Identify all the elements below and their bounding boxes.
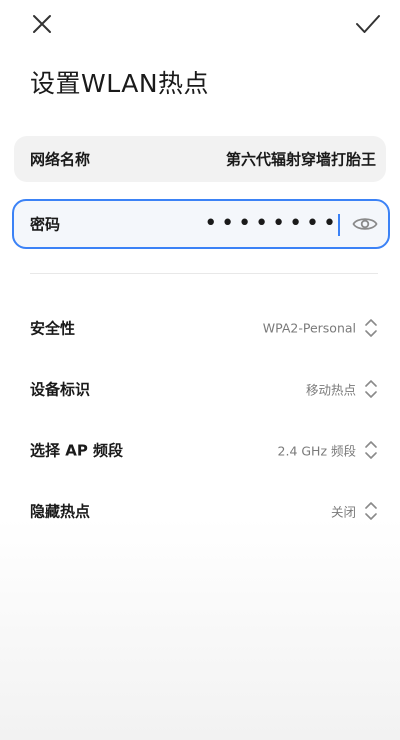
password-label: 密码	[30, 215, 61, 234]
page-title: 设置WLAN热点	[30, 69, 210, 98]
security-label: 安全性	[30, 319, 76, 338]
security-value: WPA2-Personal	[262, 320, 356, 336]
ap-band-value: 2.4 GHz 频段	[277, 443, 356, 459]
section-divider	[30, 273, 378, 274]
hotspot-settings-screen: 设置WLAN热点 网络名称 第六代辐射穿墙打胎王 密码 •••••••• 安全性…	[0, 0, 400, 740]
hidden-hotspot-row[interactable]: 隐藏热点 关闭	[0, 489, 400, 533]
hidden-hotspot-value: 关闭	[330, 504, 356, 520]
network-name-value[interactable]: 第六代辐射穿墙打胎王	[226, 149, 376, 170]
hidden-hotspot-label: 隐藏热点	[30, 502, 91, 521]
network-name-field[interactable]: 网络名称 第六代辐射穿墙打胎王	[14, 136, 386, 182]
top-bar	[0, 0, 400, 48]
security-row[interactable]: 安全性 WPA2-Personal	[0, 306, 400, 350]
device-id-row[interactable]: 设备标识 移动热点	[0, 367, 400, 411]
device-id-value: 移动热点	[305, 382, 356, 398]
chevron-up-down-icon	[365, 502, 377, 520]
close-icon	[33, 15, 51, 33]
password-input[interactable]: ••••••••	[204, 213, 340, 235]
chevron-up-down-icon	[365, 441, 377, 459]
chevron-up-down-icon	[365, 319, 377, 337]
password-field[interactable]: 密码 ••••••••	[12, 199, 390, 249]
device-id-label: 设备标识	[30, 380, 91, 399]
chevron-up-down-icon	[365, 380, 377, 398]
check-icon	[356, 15, 380, 33]
network-name-label: 网络名称	[30, 150, 91, 169]
eye-icon[interactable]	[352, 214, 378, 234]
confirm-button[interactable]	[352, 8, 384, 40]
ap-band-label: 选择 AP 频段	[30, 441, 124, 460]
close-button[interactable]	[26, 8, 58, 40]
text-cursor	[338, 214, 340, 236]
ap-band-row[interactable]: 选择 AP 频段 2.4 GHz 频段	[0, 428, 400, 472]
